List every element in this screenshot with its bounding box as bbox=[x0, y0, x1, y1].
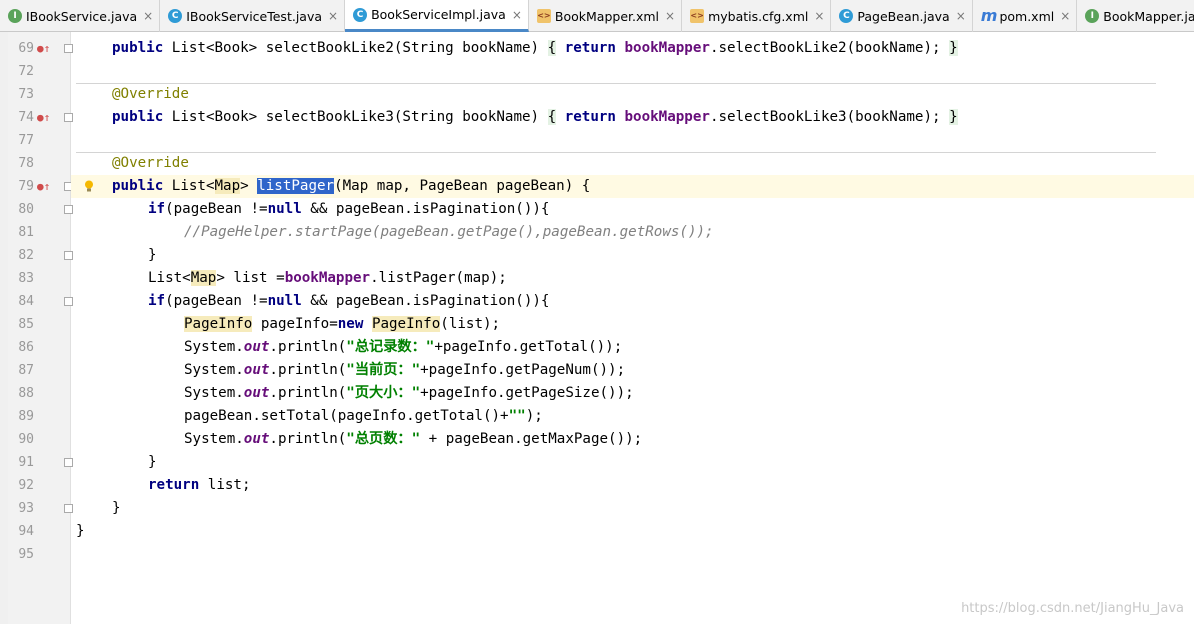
line-number: 91 bbox=[18, 455, 34, 470]
close-icon[interactable]: × bbox=[143, 9, 153, 23]
line-number: 89 bbox=[18, 409, 34, 424]
interface-icon: I bbox=[1085, 9, 1100, 23]
code-line-91[interactable]: } bbox=[148, 451, 157, 474]
line-number: 72 bbox=[18, 64, 34, 79]
implements-method-icon[interactable]: ●↑ bbox=[37, 37, 50, 60]
code-line-82[interactable]: } bbox=[148, 244, 157, 267]
interface-icon: I bbox=[8, 9, 22, 23]
tab-ibookservice-java[interactable]: I IBookService.java × bbox=[0, 0, 161, 32]
line-number: 77 bbox=[18, 133, 34, 148]
implements-method-icon[interactable]: ●↑ bbox=[37, 106, 50, 129]
tab-mybatis-cfg-xml[interactable]: <> mybatis.cfg.xml × bbox=[682, 0, 832, 32]
xml-icon: <> bbox=[536, 9, 551, 23]
line-number: 79 bbox=[18, 179, 34, 194]
implements-method-icon[interactable]: ●↑ bbox=[37, 175, 50, 198]
line-number: 78 bbox=[18, 156, 34, 171]
close-icon[interactable]: × bbox=[328, 9, 338, 23]
line-number: 73 bbox=[18, 87, 34, 102]
code-line-87[interactable]: System.out.println("当前页："+pageInfo.getPa… bbox=[184, 359, 625, 382]
code-line-90[interactable]: System.out.println("总页数：" + pageBean.get… bbox=[184, 428, 642, 451]
method-separator bbox=[76, 83, 1156, 84]
line-number: 87 bbox=[18, 363, 34, 378]
lightbulb-icon[interactable] bbox=[84, 180, 94, 192]
line-number: 81 bbox=[18, 225, 34, 240]
tab-bookmapper-xml[interactable]: <> BookMapper.xml × bbox=[529, 0, 683, 32]
code-line-93[interactable]: } bbox=[112, 497, 121, 520]
code-line-92[interactable]: return list; bbox=[148, 474, 251, 497]
line-number: 83 bbox=[18, 271, 34, 286]
code-line-94[interactable]: } bbox=[76, 520, 85, 543]
close-icon[interactable]: × bbox=[814, 9, 824, 23]
code-line-78[interactable]: @Override bbox=[112, 152, 189, 175]
tab-bookmapper-java[interactable]: IBookMapper.java× bbox=[1077, 0, 1194, 32]
code-line-74[interactable]: public List<Book> selectBookLike3(String… bbox=[112, 106, 958, 129]
line-number: 69 bbox=[18, 41, 34, 56]
code-line-83[interactable]: List<Map> list =bookMapper.listPager(map… bbox=[148, 267, 507, 290]
tab-bookserviceimpl-java[interactable]: C BookServiceImpl.java × bbox=[345, 0, 529, 32]
line-number: 85 bbox=[18, 317, 34, 332]
code-line-85[interactable]: PageInfo pageInfo=new PageInfo(list); bbox=[184, 313, 500, 336]
tab-label: IBookService.java bbox=[26, 8, 138, 24]
maven-icon: m bbox=[980, 6, 998, 25]
line-number: 82 bbox=[18, 248, 34, 263]
close-icon[interactable]: × bbox=[512, 8, 522, 22]
code-line-79[interactable]: public List<Map> listPager(Map map, Page… bbox=[112, 175, 590, 198]
tab-pom-xml[interactable]: m pom.xml × bbox=[973, 0, 1078, 32]
tab-pagebean-java[interactable]: C PageBean.java × bbox=[831, 0, 973, 32]
close-icon[interactable]: × bbox=[1060, 9, 1070, 23]
line-number: 84 bbox=[18, 294, 34, 309]
selected-text: listPager bbox=[257, 178, 335, 194]
code-line-84[interactable]: if(pageBean !=null && pageBean.isPaginat… bbox=[148, 290, 549, 313]
editor-tab-bar: I IBookService.java × C IBookServiceTest.jav… bbox=[0, 0, 1194, 32]
line-number: 86 bbox=[18, 340, 34, 355]
tab-label: BookMapper.java bbox=[1103, 8, 1194, 24]
line-number: 80 bbox=[18, 202, 34, 217]
code-line-73[interactable]: @Override bbox=[112, 83, 189, 106]
code-line-80[interactable]: if(pageBean !=null && pageBean.isPaginat… bbox=[148, 198, 549, 221]
line-number: 95 bbox=[18, 547, 34, 562]
line-number: 74 bbox=[18, 110, 34, 125]
tab-ibookservicetest-java[interactable]: C IBookServiceTest.java × bbox=[160, 0, 346, 32]
tab-label: BookServiceImpl.java bbox=[371, 7, 506, 22]
class-icon: C bbox=[168, 9, 183, 23]
tab-label: pom.xml bbox=[999, 8, 1055, 24]
line-number: 88 bbox=[18, 386, 34, 401]
code-editor[interactable]: public List<Book> selectBookLike2(String… bbox=[71, 32, 1194, 624]
line-number: 92 bbox=[18, 478, 34, 493]
xml-icon: <> bbox=[690, 9, 705, 23]
tab-label: PageBean.java bbox=[857, 8, 950, 24]
code-line-89[interactable]: pageBean.setTotal(pageInfo.getTotal()+""… bbox=[184, 405, 543, 428]
code-line-69[interactable]: public List<Book> selectBookLike2(String… bbox=[112, 37, 958, 60]
line-number: 93 bbox=[18, 501, 34, 516]
code-line-88[interactable]: System.out.println("页大小："+pageInfo.getPa… bbox=[184, 382, 634, 405]
line-number: 94 bbox=[18, 524, 34, 539]
line-number: 90 bbox=[18, 432, 34, 447]
method-separator bbox=[76, 152, 1156, 153]
code-line-81[interactable]: //PageHelper.startPage(pageBean.getPage(… bbox=[184, 221, 714, 244]
tab-label: mybatis.cfg.xml bbox=[708, 8, 809, 24]
code-line-86[interactable]: System.out.println("总记录数："+pageInfo.getT… bbox=[184, 336, 622, 359]
close-icon[interactable]: × bbox=[665, 9, 675, 23]
tab-label: IBookServiceTest.java bbox=[186, 8, 323, 24]
class-icon: C bbox=[839, 9, 854, 23]
watermark: https://blog.csdn.net/JiangHu_Java bbox=[961, 601, 1184, 616]
close-icon[interactable]: × bbox=[956, 9, 966, 23]
class-icon: C bbox=[353, 7, 368, 22]
tab-label: BookMapper.xml bbox=[554, 8, 660, 24]
